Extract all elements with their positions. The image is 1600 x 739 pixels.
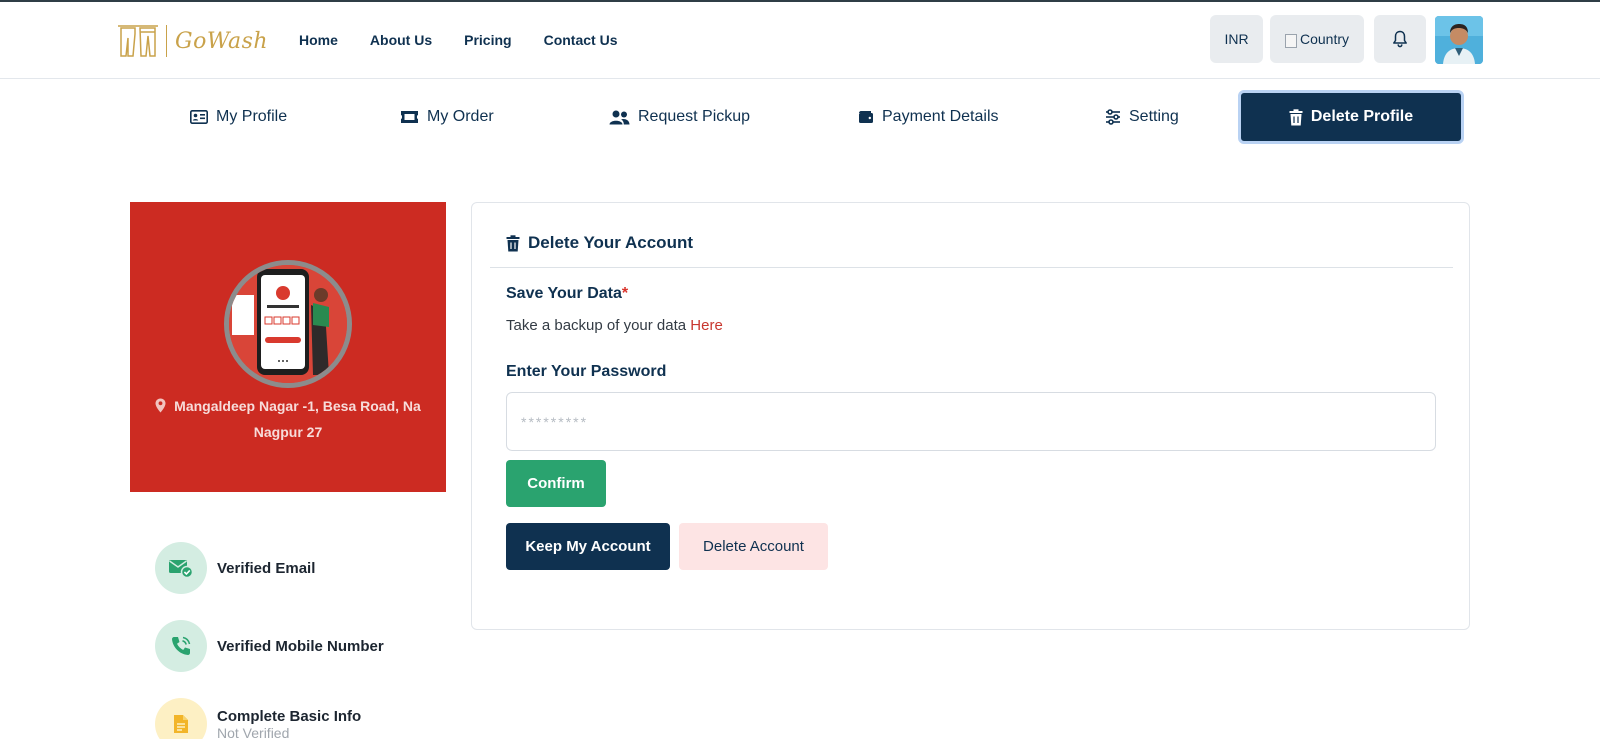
nav-contact-us[interactable]: Contact Us [544,32,618,48]
verification-mobile: Verified Mobile Number [155,620,384,672]
avatar-image [1435,16,1483,64]
tab-label: My Order [427,108,494,125]
profile-illustration [224,260,352,388]
verification-label: Verified Email [217,559,316,577]
tab-my-order[interactable]: My Order [400,90,494,144]
site-header: GoWash Home About Us Pricing Contact Us … [0,2,1600,79]
tab-payment-details[interactable]: Payment Details [858,90,999,144]
verification-label: Verified Mobile Number [217,637,384,655]
email-check-icon [155,542,207,594]
sliders-icon [1105,109,1121,125]
broken-image-icon [1284,34,1297,48]
user-avatar[interactable] [1435,16,1483,64]
bell-icon [1393,30,1407,48]
verification-label: Complete Basic Info [217,707,362,725]
users-icon [609,110,630,125]
main-nav: Home About Us Pricing Contact Us [299,32,618,48]
panel-title-text: Delete Your Account [528,233,693,252]
trash-icon [506,234,520,252]
verification-text: Complete Basic Info Not Verified [217,708,361,739]
delete-account-panel: Delete Your Account Save Your Data* Take… [471,202,1470,630]
country-selector[interactable]: Country [1270,15,1364,63]
location-pin-icon [155,396,166,420]
logo[interactable]: GoWash [116,22,268,60]
trash-icon [1289,108,1303,126]
document-icon [155,698,207,739]
ticket-icon [400,110,419,124]
profile-image [229,265,347,383]
tab-label: Request Pickup [638,108,751,125]
phone-icon [155,620,207,672]
tab-request-pickup[interactable]: Request Pickup [609,90,750,144]
tab-label: Payment Details [882,108,999,125]
save-data-title: Save Your Data [506,285,622,302]
verification-email: Verified Email [155,542,315,594]
verification-basic-info: Complete Basic Info Not Verified [155,698,361,739]
keep-account-button[interactable]: Keep My Account [506,523,670,570]
tab-label: Delete Profile [1310,108,1414,125]
profile-address: Mangaldeep Nagar -1, Besa Road, Na Nagpu… [130,394,446,444]
verification-status: Not Verified [217,724,290,739]
address-text: Mangaldeep Nagar -1, Besa Road, Na Nagpu… [174,398,421,440]
currency-button[interactable]: INR [1210,15,1263,63]
save-data-heading: Save Your Data* [506,285,628,303]
password-input[interactable] [506,392,1436,451]
panel-divider [490,267,1453,268]
logo-text: GoWash [175,28,269,54]
profile-card: Mangaldeep Nagar -1, Besa Road, Na Nagpu… [130,202,446,492]
logo-icon [118,25,158,57]
tab-label: Setting [1129,108,1179,125]
confirm-button[interactable]: Confirm [506,460,606,507]
nav-pricing[interactable]: Pricing [464,32,511,48]
required-marker: * [621,285,629,302]
tab-delete-profile[interactable]: Delete Profile [1238,90,1464,144]
notification-button[interactable] [1374,15,1426,63]
logo-divider [166,25,167,57]
save-data-text: Take a backup of your data [506,317,687,334]
nav-home[interactable]: Home [299,32,338,48]
delete-account-button[interactable]: Delete Account [679,523,828,570]
tab-setting[interactable]: Setting [1105,90,1179,144]
save-data-description: Take a backup of your data Here [506,317,723,334]
tab-label: My Profile [216,108,288,125]
password-label: Enter Your Password [506,363,667,380]
id-card-icon [190,110,208,124]
nav-about-us[interactable]: About Us [370,32,432,48]
country-label: Country [1299,31,1350,47]
panel-title: Delete Your Account [506,233,693,253]
tab-my-profile[interactable]: My Profile [190,90,287,144]
backup-link[interactable]: Here [690,317,723,334]
profile-tabs: My Profile My Order Request Pickup Payme… [0,90,1600,144]
wallet-icon [858,110,874,124]
